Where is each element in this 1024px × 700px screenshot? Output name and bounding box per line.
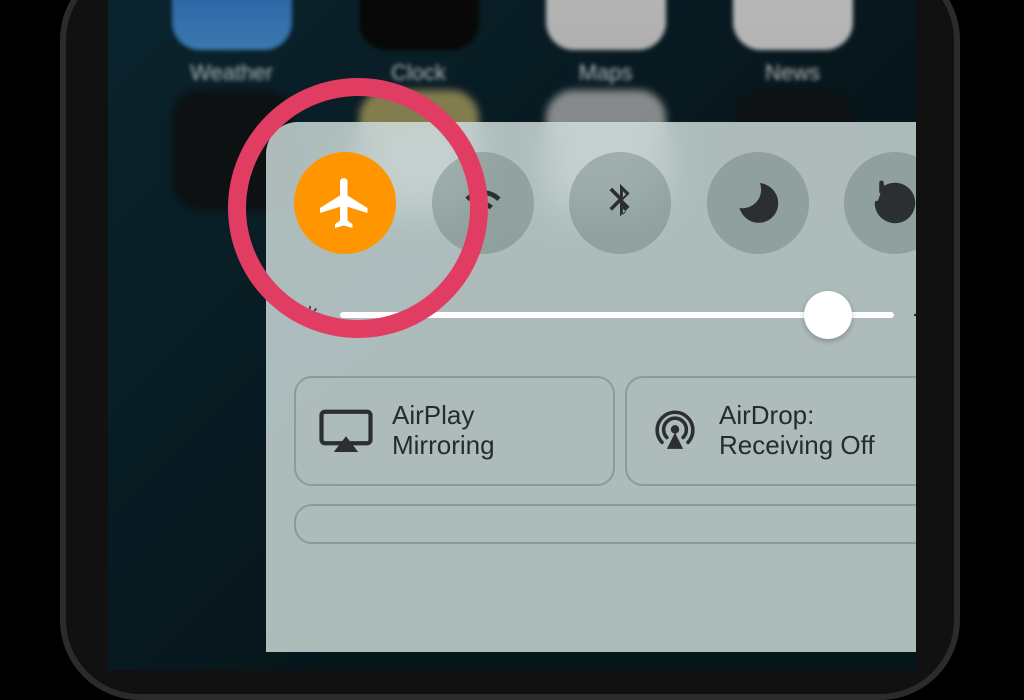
bluetooth-toggle[interactable]	[569, 152, 671, 254]
airplay-airdrop-row: AirPlay Mirroring AirDrop: Receiving Off	[294, 376, 916, 486]
airplane-mode-toggle[interactable]	[294, 152, 396, 254]
airplay-line2: Mirroring	[392, 431, 495, 461]
night-shift-row	[294, 504, 916, 544]
airplane-icon	[315, 173, 375, 233]
app-maps[interactable]: Maps	[541, 0, 671, 86]
do-not-disturb-toggle[interactable]	[707, 152, 809, 254]
app-label: Clock	[354, 60, 484, 86]
moon-icon	[733, 178, 783, 228]
app-label: Maps	[541, 60, 671, 86]
brightness-high-icon	[912, 300, 916, 330]
app-clock[interactable]: Clock	[354, 0, 484, 86]
toggle-row	[294, 152, 916, 254]
night-shift-button[interactable]	[294, 504, 916, 544]
wifi-icon	[457, 177, 509, 229]
airdrop-button[interactable]: AirDrop: Receiving Off	[625, 376, 916, 486]
app-weather[interactable]: Weather	[167, 0, 297, 86]
control-center-panel: AirPlay Mirroring AirDrop: Receiving Off	[266, 122, 916, 652]
airplay-icon	[318, 408, 374, 454]
app-label: Weather	[167, 60, 297, 86]
clock-icon	[359, 0, 479, 50]
weather-icon	[172, 0, 292, 50]
app-news[interactable]: News	[728, 0, 858, 86]
airplay-line1: AirPlay	[392, 401, 495, 431]
brightness-track[interactable]	[340, 312, 894, 318]
app-label: News	[728, 60, 858, 86]
brightness-slider[interactable]	[298, 290, 916, 340]
bluetooth-icon	[597, 180, 643, 226]
orientation-lock-icon	[868, 176, 916, 230]
news-icon	[733, 0, 853, 50]
wifi-toggle[interactable]	[432, 152, 534, 254]
brightness-low-icon	[298, 303, 322, 327]
airplay-label: AirPlay Mirroring	[392, 401, 495, 461]
airdrop-line1: AirDrop:	[719, 401, 875, 431]
home-row-1: Weather Clock Maps News	[108, 0, 916, 86]
airdrop-icon	[649, 405, 701, 457]
maps-icon	[546, 0, 666, 50]
brightness-thumb[interactable]	[804, 291, 852, 339]
orientation-lock-toggle[interactable]	[844, 152, 916, 254]
airplay-button[interactable]: AirPlay Mirroring	[294, 376, 615, 486]
airdrop-label: AirDrop: Receiving Off	[719, 401, 875, 461]
phone-screen: Weather Clock Maps News	[108, 0, 916, 670]
airdrop-line2: Receiving Off	[719, 431, 875, 461]
